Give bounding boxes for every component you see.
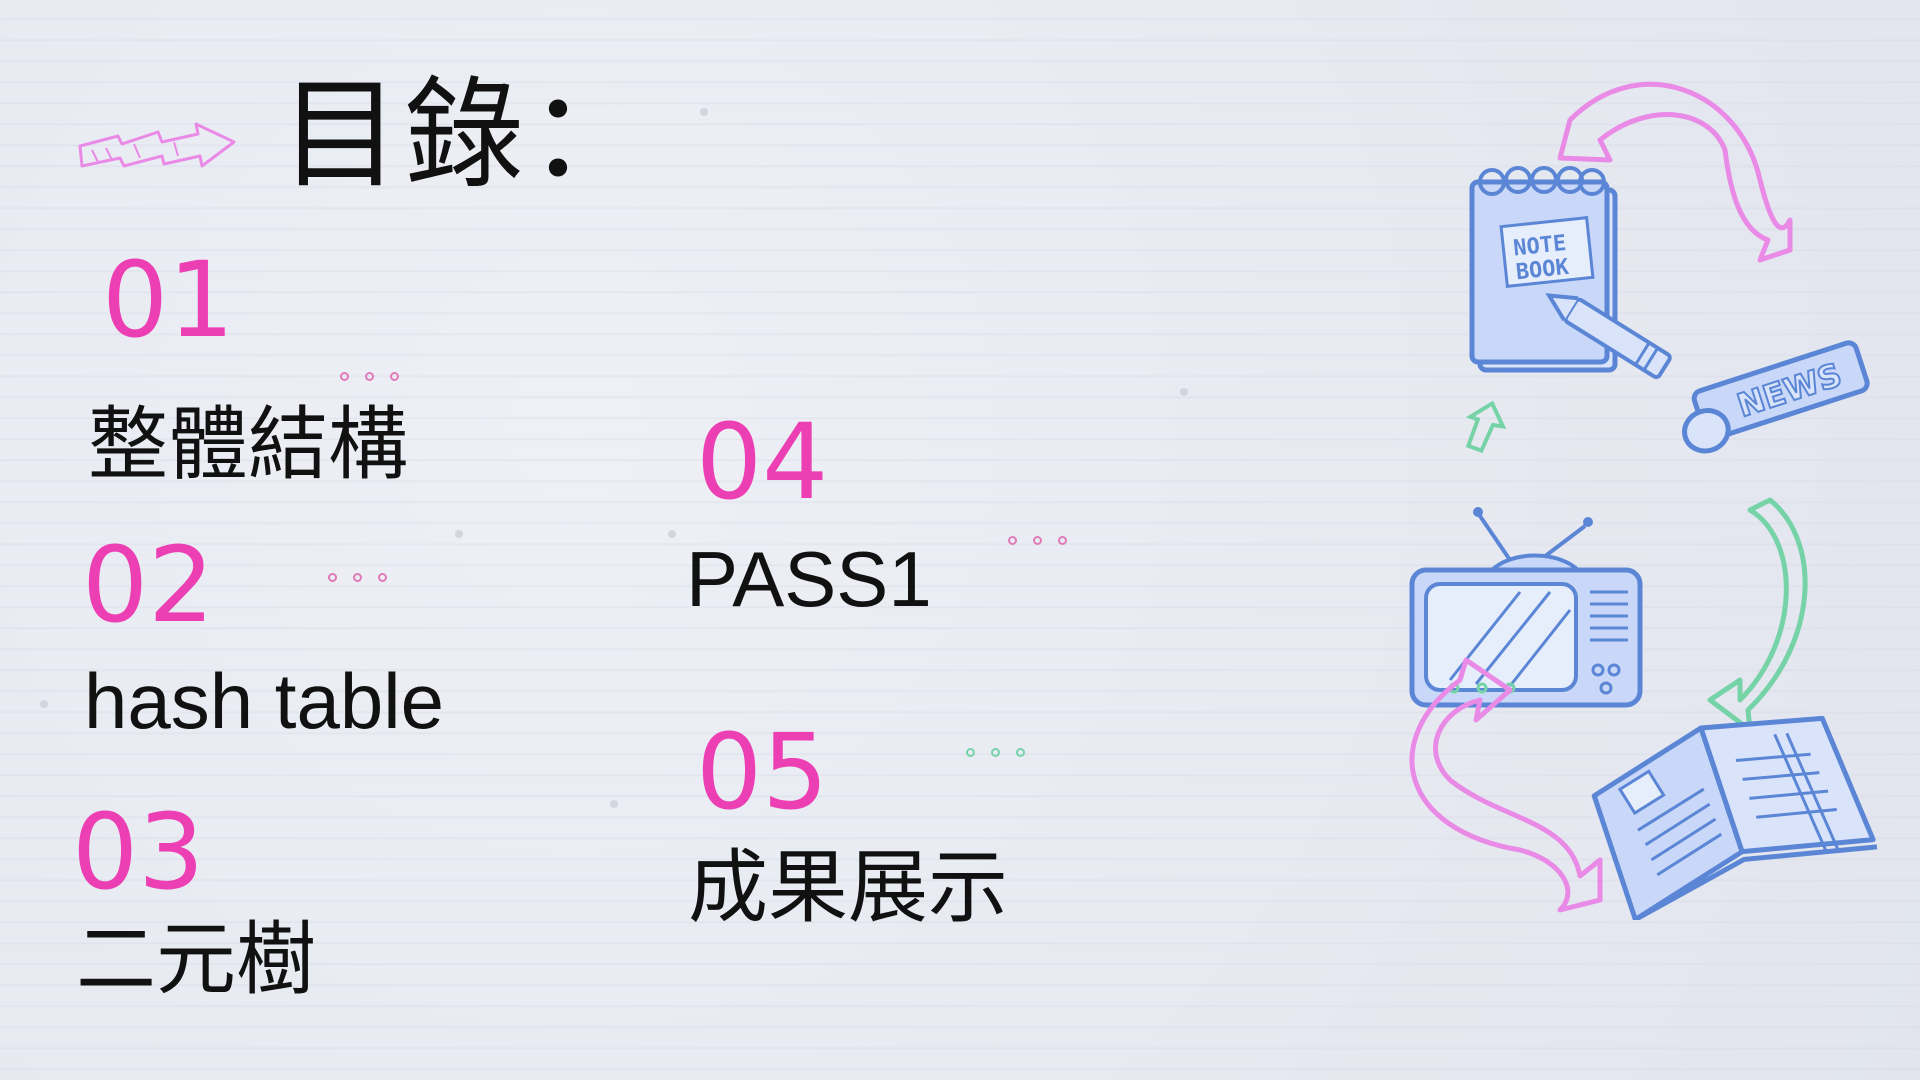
slide: 目錄： 01 整體結構 02 hash table 03 二元樹 04 PASS… [0, 0, 1920, 1080]
item-number-01: 01 [102, 239, 235, 361]
paper-fleck [668, 530, 676, 538]
notebook-icon: NOTE BOOK [1469, 166, 1672, 380]
paper-fleck [610, 800, 618, 808]
decorative-dots [328, 573, 387, 582]
item-number-02: 02 [82, 524, 215, 646]
newspaper-icon: NEWS [1682, 340, 1870, 454]
item-number-04: 04 [696, 401, 829, 523]
item-label-05: 成果展示 [688, 841, 1008, 934]
item-number-03: 03 [72, 791, 205, 913]
decorative-dots [966, 748, 1025, 757]
doodle-illustrations: NOTE BOOK NEWS [1409, 81, 1878, 920]
item-label-04: PASS1 [686, 535, 932, 623]
item-label-01: 整體結構 [88, 398, 408, 491]
paper-fleck [40, 700, 48, 708]
paper-fleck [455, 530, 463, 538]
open-book-icon [1591, 715, 1878, 920]
page-title: 目錄： [280, 66, 652, 205]
decorative-dots [340, 372, 399, 381]
up-arrow-icon [1465, 400, 1507, 454]
curved-arrow-icon [1707, 497, 1808, 733]
paper-fleck [700, 108, 708, 116]
item-label-02: hash table [84, 657, 444, 745]
item-number-05: 05 [696, 711, 829, 833]
arrow-doodle-icon [78, 122, 236, 168]
tv-icon [1409, 507, 1643, 708]
item-label-03: 二元樹 [76, 913, 316, 1006]
decorative-dots [1008, 536, 1067, 545]
paper-fleck [1180, 388, 1188, 396]
